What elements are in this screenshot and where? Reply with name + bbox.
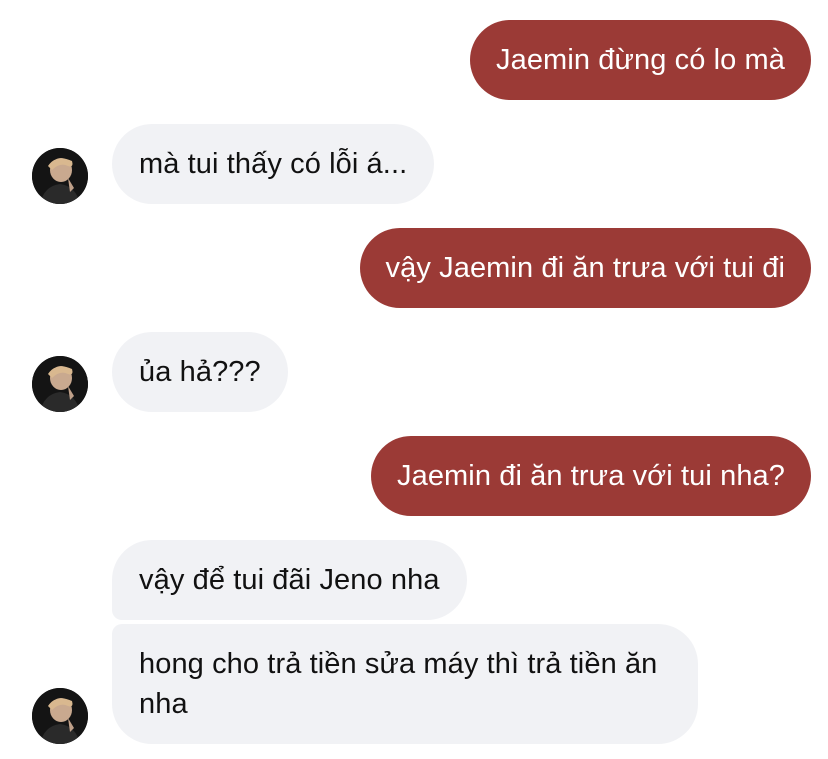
incoming-message-bubble[interactable]: ủa hả???: [112, 332, 288, 412]
avatar-photo-icon: [32, 148, 88, 204]
message-text: hong cho trả tiền sửa máy thì trả tiền ă…: [139, 648, 658, 720]
outgoing-message-bubble[interactable]: Jaemin đừng có lo mà: [470, 20, 811, 100]
message-text: vậy Jaemin đi ăn trưa với tui đi: [385, 252, 785, 284]
message-text: Jaemin đừng có lo mà: [496, 44, 785, 76]
message-text: mà tui thấy có lỗi á...: [139, 148, 408, 180]
contact-avatar-icon[interactable]: [32, 148, 88, 204]
avatar-photo-icon: [32, 356, 88, 412]
outgoing-message-bubble[interactable]: vậy Jaemin đi ăn trưa với tui đi: [359, 228, 811, 308]
incoming-message-bubble[interactable]: mà tui thấy có lỗi á...: [112, 124, 435, 204]
outgoing-message-bubble[interactable]: Jaemin đi ăn trưa với tui nha?: [370, 436, 811, 516]
message-text: ủa hả???: [139, 356, 261, 388]
contact-avatar-icon[interactable]: [32, 356, 88, 412]
avatar-photo-icon: [32, 688, 88, 744]
incoming-message-bubble[interactable]: hong cho trả tiền sửa máy thì trả tiền ă…: [112, 624, 698, 744]
message-text: vậy để tui đãi Jeno nha: [139, 564, 440, 596]
incoming-message-bubble[interactable]: vậy để tui đãi Jeno nha: [112, 540, 467, 620]
message-text: Jaemin đi ăn trưa với tui nha?: [396, 460, 785, 492]
contact-avatar-icon[interactable]: [32, 688, 88, 744]
